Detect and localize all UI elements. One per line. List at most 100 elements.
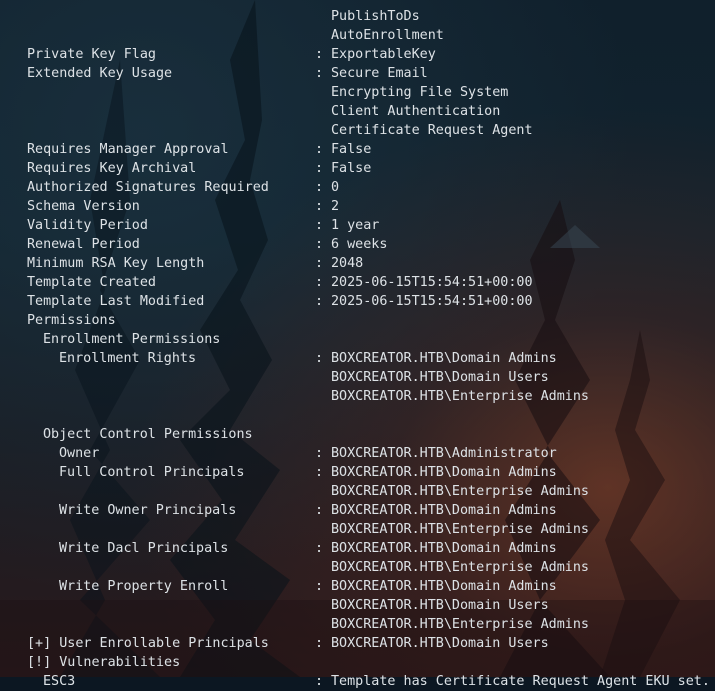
field-label: Template Created xyxy=(27,275,156,290)
field-label: Private Key Flag xyxy=(27,47,156,62)
field-label: [!] Vulnerabilities xyxy=(27,655,181,670)
field-label: Requires Manager Approval xyxy=(27,142,229,157)
field-value: BOXCREATOR.HTB\Domain Users xyxy=(331,636,549,651)
terminal-line: Renewal Period:6 weeks xyxy=(0,235,715,254)
terminal-line: AutoEnrollment xyxy=(0,26,715,45)
field-separator: : xyxy=(315,142,324,157)
field-value: False xyxy=(331,142,372,157)
field-label: Write Dacl Principals xyxy=(59,541,229,556)
terminal-line: Requires Key Archival: False xyxy=(0,159,715,178)
field-value: 2025-06-15T15:54:51+00:00 xyxy=(331,275,533,290)
terminal-line: BOXCREATOR.HTB\Enterprise Admins xyxy=(0,387,715,406)
field-label: Full Control Principals xyxy=(59,465,245,480)
field-separator: : xyxy=(315,199,324,214)
field-label: [+] User Enrollable Principals xyxy=(27,636,269,651)
terminal-line: Minimum RSA Key Length:2048 xyxy=(0,254,715,273)
terminal-line: [!] Vulnerabilities xyxy=(0,653,715,672)
field-separator: : xyxy=(315,237,324,252)
field-value: BOXCREATOR.HTB\Domain Users xyxy=(331,370,549,385)
terminal-line: BOXCREATOR.HTB\Enterprise Admins xyxy=(0,615,715,634)
field-value: ExportableKey xyxy=(331,47,436,62)
field-value: False xyxy=(331,161,372,176)
field-separator: : xyxy=(315,541,324,556)
field-separator: : xyxy=(315,636,324,651)
field-separator: : xyxy=(315,351,324,366)
field-value: Certificate Request Agent xyxy=(331,123,533,138)
field-value: Template has Certificate Request Agent E… xyxy=(331,674,710,689)
terminal-line: BOXCREATOR.HTB\Enterprise Admins xyxy=(0,520,715,539)
field-value: BOXCREATOR.HTB\Administrator xyxy=(331,446,557,461)
terminal-line: Object Control Permissions xyxy=(0,425,715,444)
field-label: Authorized Signatures Required xyxy=(27,180,269,195)
terminal-line: Owner: BOXCREATOR.HTB\Administrator xyxy=(0,444,715,463)
field-separator: : xyxy=(315,503,324,518)
field-value: BOXCREATOR.HTB\Domain Admins xyxy=(331,503,557,518)
field-value: AutoEnrollment xyxy=(331,28,444,43)
field-value: BOXCREATOR.HTB\Enterprise Admins xyxy=(331,522,589,537)
field-separator: : xyxy=(315,218,324,233)
terminal-line: Schema Version:2 xyxy=(0,197,715,216)
terminal-line: ESC3: Template has Certificate Request Ag… xyxy=(0,672,715,691)
field-separator: : xyxy=(315,674,324,689)
terminal-line: [+] User Enrollable Principals: BOXCREATO… xyxy=(0,634,715,653)
field-value: BOXCREATOR.HTB\Enterprise Admins xyxy=(331,484,589,499)
field-value: 2048 xyxy=(331,256,364,271)
field-value: BOXCREATOR.HTB\Domain Admins xyxy=(331,541,557,556)
terminal-line: Private Key Flag: ExportableKey xyxy=(0,45,715,64)
field-label: Enrollment Rights xyxy=(59,351,197,366)
field-label: Template Last Modified xyxy=(27,294,205,309)
terminal-line: Permissions xyxy=(0,311,715,330)
terminal-line: Validity Period:1 year xyxy=(0,216,715,235)
field-label: Object Control Permissions xyxy=(43,427,253,442)
field-value: BOXCREATOR.HTB\Domain Admins xyxy=(331,579,557,594)
field-value: 2 xyxy=(331,199,340,214)
field-value: BOXCREATOR.HTB\Enterprise Admins xyxy=(331,617,589,632)
field-value: BOXCREATOR.HTB\Domain Users xyxy=(331,598,549,613)
terminal-line: PublishToDs xyxy=(0,7,715,26)
terminal-line: Template Created:2025-06-15T15:54:51+00:… xyxy=(0,273,715,292)
field-value: Secure Email xyxy=(331,66,428,81)
field-separator: : xyxy=(315,465,324,480)
field-label: ESC3 xyxy=(43,674,76,689)
field-label: Write Property Enroll xyxy=(59,579,229,594)
terminal-line: Requires Manager Approval: False xyxy=(0,140,715,159)
terminal-line: Authorized Signatures Required:0 xyxy=(0,178,715,197)
field-label: Write Owner Principals xyxy=(59,503,237,518)
field-value: 0 xyxy=(331,180,340,195)
field-separator: : xyxy=(315,579,324,594)
terminal-line: Write Property Enroll: BOXCREATOR.HTB\Dom… xyxy=(0,577,715,596)
field-label: Requires Key Archival xyxy=(27,161,197,176)
field-value: BOXCREATOR.HTB\Domain Admins xyxy=(331,465,557,480)
terminal-output: PublishToDs AutoEnrollment Private Key Fla… xyxy=(0,0,715,689)
terminal-line: Enrollment Permissions xyxy=(0,330,715,349)
field-value: 6 weeks xyxy=(331,237,388,252)
terminal-line: BOXCREATOR.HTB\Domain Users xyxy=(0,596,715,615)
field-label: Extended Key Usage xyxy=(27,66,173,81)
field-separator: : xyxy=(315,275,324,290)
field-separator: : xyxy=(315,446,324,461)
terminal-line: Template Last Modified:2025-06-15T15:54:… xyxy=(0,292,715,311)
field-label: Enrollment Permissions xyxy=(43,332,221,347)
field-label: Validity Period xyxy=(27,218,148,233)
field-separator: : xyxy=(315,256,324,271)
field-label: Permissions xyxy=(27,313,116,328)
field-value: BOXCREATOR.HTB\Domain Admins xyxy=(331,351,557,366)
terminal-line: Encrypting File System xyxy=(0,83,715,102)
terminal-line: Extended Key Usage: Secure Email xyxy=(0,64,715,83)
field-separator: : xyxy=(315,180,324,195)
terminal-line: BOXCREATOR.HTB\Domain Users xyxy=(0,368,715,387)
terminal-line: Write Owner Principals: BOXCREATOR.HTB\Do… xyxy=(0,501,715,520)
field-value: 1 year xyxy=(331,218,380,233)
field-value: PublishToDs xyxy=(331,9,420,24)
field-label: Renewal Period xyxy=(27,237,140,252)
field-label: Schema Version xyxy=(27,199,140,214)
terminal-line: Enrollment Rights: BOXCREATOR.HTB\Domain … xyxy=(0,349,715,368)
terminal-line: BOXCREATOR.HTB\Enterprise Admins xyxy=(0,482,715,501)
field-value: Encrypting File System xyxy=(331,85,509,100)
field-separator: : xyxy=(315,66,324,81)
field-separator: : xyxy=(315,47,324,62)
field-label: Minimum RSA Key Length xyxy=(27,256,205,271)
field-separator: : xyxy=(315,294,324,309)
field-separator: : xyxy=(315,161,324,176)
